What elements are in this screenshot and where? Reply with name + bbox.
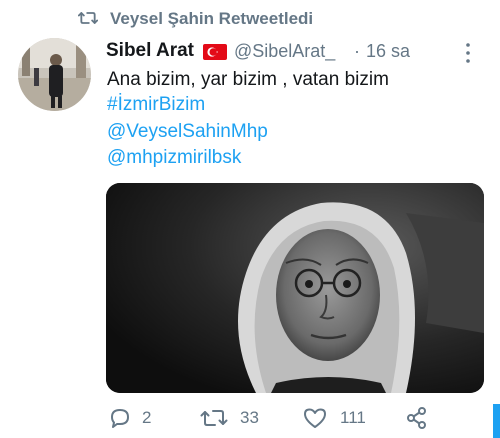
tweet-time[interactable]: 16 sa <box>366 41 410 62</box>
avatar-photo <box>18 38 91 111</box>
tweet-media-photo[interactable] <box>106 183 484 393</box>
turkey-flag-icon <box>203 44 227 60</box>
scroll-indicator <box>493 404 500 438</box>
reply-icon <box>111 409 129 428</box>
avatar[interactable] <box>18 38 91 111</box>
mention-link[interactable]: @VeyselSahinMhp <box>107 121 268 143</box>
retweet-banner-text[interactable]: Veysel Şahin Retweetledi <box>110 9 313 29</box>
tweet-text: Ana bizim, yar bizim , vatan bizim <box>107 69 389 90</box>
like-button[interactable]: 111 <box>302 404 382 432</box>
author-handle[interactable]: @SibelArat_ <box>234 41 335 62</box>
author-name[interactable]: Sibel Arat <box>106 40 194 62</box>
retweet-icon <box>200 410 228 426</box>
like-count: 111 <box>340 408 366 427</box>
retweet-banner[interactable]: Veysel Şahin Retweetledi <box>0 5 500 31</box>
tweet-actions: 2 33 111 <box>0 404 500 432</box>
share-icon <box>407 407 426 429</box>
reply-count: 2 <box>142 408 152 427</box>
hashtag-link[interactable]: #İzmirBizim <box>107 94 205 116</box>
retweet-count: 33 <box>240 408 259 427</box>
separator-dot: · <box>354 41 360 61</box>
retweet-button[interactable]: 33 <box>200 404 270 432</box>
heart-icon <box>304 408 326 428</box>
reply-button[interactable]: 2 <box>108 404 158 432</box>
retweet-icon <box>78 12 98 24</box>
share-button[interactable] <box>405 404 435 432</box>
portrait-image <box>106 183 484 393</box>
tweet-header: Sibel Arat @SibelArat_ · 16 sa <box>106 40 486 64</box>
mention-link[interactable]: @mhpizmirilbsk <box>107 147 241 169</box>
more-options-icon[interactable] <box>464 42 472 64</box>
